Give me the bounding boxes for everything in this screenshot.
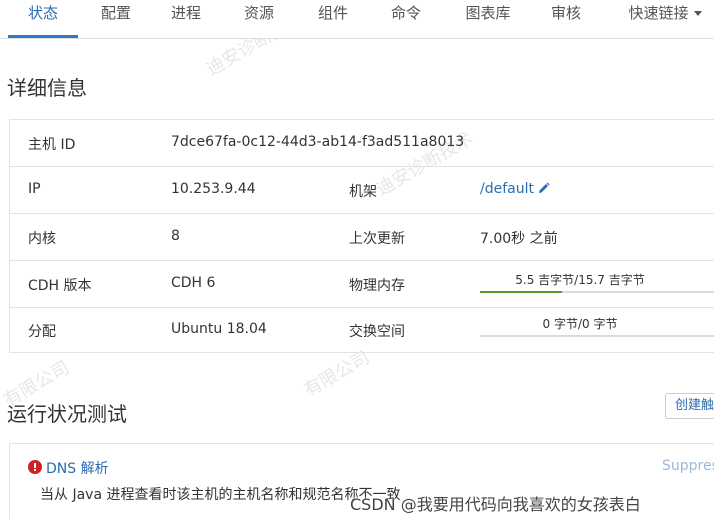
details-title: 详细信息 (7, 76, 87, 100)
physical-memory-track (480, 291, 714, 293)
physical-memory-value: 5.5 吉字节/15.7 吉字节 (515, 273, 645, 287)
tab-charts-library[interactable]: 图表库 (458, 0, 518, 36)
cdh-version-label: CDH 版本 (28, 278, 92, 294)
tab-commands[interactable]: 命令 (380, 0, 432, 36)
cdh-version-value: CDH 6 (171, 275, 216, 291)
ip-label: IP (28, 181, 41, 197)
suppress-button[interactable]: Suppres (662, 458, 714, 474)
ip-value: 10.253.9.44 (171, 181, 256, 197)
last-update-value: 7.00秒 之前 (480, 231, 558, 247)
cores-label: 内核 (28, 231, 56, 247)
host-status-page: 迪安诊断技术 迪安诊断技术 有限公司 有限公司 状态 配置 进程 资源 组件 命… (0, 0, 714, 519)
swap-space-label: 交换空间 (349, 324, 405, 340)
details-row-cdh: CDH 版本 CDH 6 物理内存 5.5 吉字节/15.7 吉字节 (10, 261, 714, 308)
tab-audits[interactable]: 审核 (540, 0, 592, 36)
host-tab-bar: 状态 配置 进程 资源 组件 命令 图表库 审核 快速链接 (0, 0, 714, 39)
physical-memory-fill (480, 291, 563, 293)
csdn-credit-watermark: CSDN @我要用代码向我喜欢的女孩表白 (350, 495, 641, 514)
details-table: 主机 ID 7dce67fa-0c12-44d3-ab14-f3ad511a80… (9, 119, 714, 353)
details-row-ip: IP 10.253.9.44 机架 /default (10, 167, 714, 214)
details-row-host-id: 主机 ID 7dce67fa-0c12-44d3-ab14-f3ad511a80… (10, 120, 714, 167)
tab-quick-links[interactable]: 快速链接 (618, 0, 712, 36)
details-row-distro: 分配 Ubuntu 18.04 交换空间 0 字节/0 字节 (10, 308, 714, 353)
rack-label: 机架 (349, 184, 377, 200)
tab-components[interactable]: 组件 (307, 0, 359, 36)
health-tests-title: 运行状况测试 (7, 402, 127, 426)
details-row-cores: 内核 8 上次更新 7.00秒 之前 (10, 214, 714, 261)
error-icon (28, 460, 42, 474)
pencil-icon[interactable] (537, 182, 550, 199)
swap-space-track (480, 335, 714, 337)
distribution-label: 分配 (28, 324, 56, 340)
rack-value[interactable]: /default (480, 181, 534, 197)
create-trigger-button[interactable]: 创建触 (665, 393, 714, 419)
distribution-value: Ubuntu 18.04 (171, 321, 267, 337)
cores-value: 8 (171, 228, 180, 244)
physical-memory-meter: 5.5 吉字节/15.7 吉字节 (480, 271, 714, 293)
physical-memory-label: 物理内存 (349, 278, 405, 294)
dns-resolution-test-link[interactable]: DNS 解析 (46, 458, 109, 478)
tab-status[interactable]: 状态 (8, 0, 78, 38)
chevron-down-icon (693, 11, 702, 16)
rack-link[interactable]: /default (480, 181, 550, 199)
host-id-value: 7dce67fa-0c12-44d3-ab14-f3ad511a8013 (171, 134, 465, 150)
swap-space-meter: 0 字节/0 字节 (480, 315, 714, 337)
tab-resources[interactable]: 资源 (233, 0, 285, 36)
swap-space-value: 0 字节/0 字节 (542, 317, 618, 331)
tab-configuration[interactable]: 配置 (90, 0, 142, 36)
dns-resolution-description: 当从 Java 进程查看时该主机的主机名称和规范名称不一致 (40, 487, 401, 503)
last-update-label: 上次更新 (349, 231, 405, 247)
host-id-label: 主机 ID (28, 137, 76, 153)
tab-processes[interactable]: 进程 (160, 0, 212, 36)
